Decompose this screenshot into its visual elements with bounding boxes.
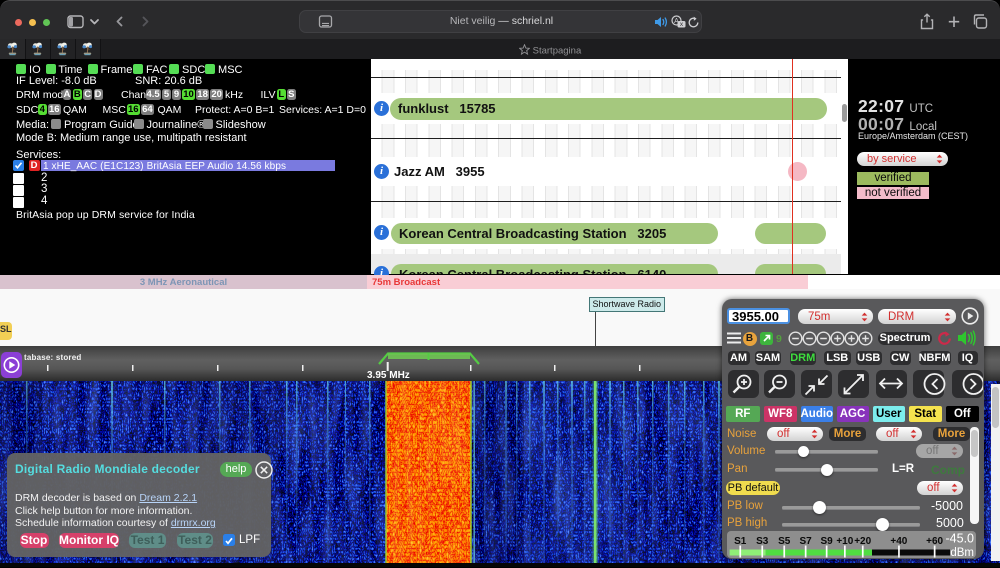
svg-text:-45.0: -45.0 <box>946 531 975 545</box>
svg-text:S3: S3 <box>756 536 769 547</box>
svg-text:3.95 MHz: 3.95 MHz <box>367 370 410 381</box>
svg-text:+60: +60 <box>926 536 943 547</box>
svg-text:S9: S9 <box>820 536 833 547</box>
svg-text:S1: S1 <box>734 536 747 547</box>
svg-text:+10: +10 <box>836 536 853 547</box>
svg-text:S7: S7 <box>799 536 812 547</box>
svg-text:dBm: dBm <box>950 547 974 558</box>
svg-text:S5: S5 <box>778 536 791 547</box>
svg-text:+20: +20 <box>854 536 871 547</box>
svg-text:+40: +40 <box>890 536 907 547</box>
